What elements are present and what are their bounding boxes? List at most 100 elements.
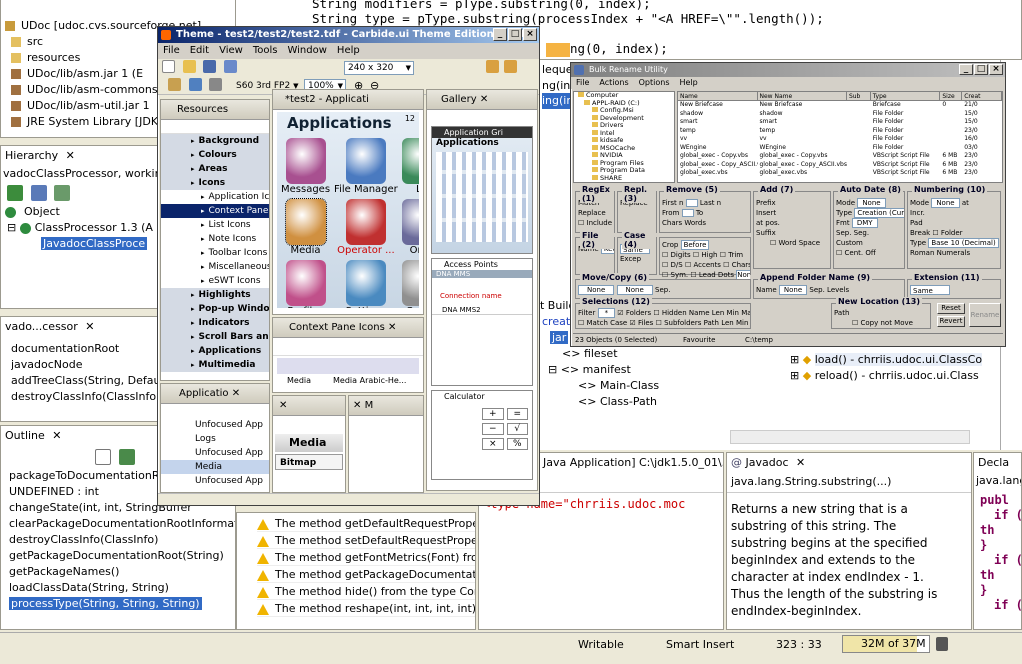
menu-view[interactable]: View — [214, 45, 248, 56]
app-panel-item[interactable]: Logs — [161, 432, 269, 446]
type-value[interactable]: Creation (Cur — [854, 208, 904, 218]
close-icon[interactable]: ✕ — [85, 320, 94, 333]
bru-file-row[interactable]: temp temp File Folder 23/0 — [678, 127, 1002, 136]
close-icon[interactable]: ✕ — [353, 400, 361, 411]
problem-row[interactable]: The method setDefaultRequestProper — [257, 532, 475, 549]
phone-app[interactable]: Messages — [281, 138, 330, 195]
app-panel-item[interactable]: Unfocused App — [161, 446, 269, 460]
bru-tree-item[interactable]: NVIDIA — [574, 152, 674, 160]
resource-item[interactable]: ▸Miscellaneous Icon — [161, 260, 269, 274]
editor-line-3[interactable]: ng(0, index); — [546, 41, 668, 57]
bru-tree-item[interactable]: Development — [574, 114, 674, 123]
resource-item[interactable]: ▸ Applications — [161, 344, 269, 358]
phone-app[interactable]: Operator ... — [334, 199, 398, 256]
bru-tree-item[interactable]: Computer — [574, 92, 674, 100]
append-value[interactable]: None — [778, 285, 808, 295]
editor-line-1[interactable]: String modifiers = pType.substring(0, in… — [312, 0, 651, 11]
garbage-collect-icon[interactable] — [936, 637, 948, 651]
bru-menu-actions[interactable]: Actions — [594, 78, 633, 87]
ant-node-class-path[interactable]: <> Class-Path — [578, 394, 657, 410]
bru-file-row[interactable]: New Briefcase New Briefcase Briefcase 0 21/0 — [678, 101, 1002, 110]
undo-icon[interactable] — [486, 60, 499, 73]
close-icon[interactable]: ✕ — [796, 456, 805, 469]
resource-item[interactable]: ▸Scroll Bars and Line — [161, 330, 269, 344]
phone-app[interactable]: File Manager — [334, 138, 398, 195]
phone-app[interactable]: Media — [281, 198, 330, 256]
bru-file-row[interactable]: WEngine WEngine File Folder 03/0 — [678, 144, 1002, 153]
bru-tree-item[interactable]: SHARE — [574, 174, 674, 183]
menu-tools[interactable]: Tools — [248, 45, 283, 56]
problem-row[interactable]: The method hide() from the type Com — [257, 583, 475, 600]
redo-icon[interactable] — [504, 60, 517, 73]
sort-icon[interactable] — [95, 449, 111, 465]
supertype-icon[interactable] — [7, 185, 23, 201]
resource-item[interactable]: ▸ Context Pane I — [161, 204, 269, 218]
bru-column-header[interactable]: Sub — [847, 92, 871, 100]
bru-tree-item[interactable]: Program Files — [574, 159, 674, 168]
maximize-button[interactable]: □ — [508, 28, 522, 41]
filter-value[interactable]: * — [597, 308, 616, 318]
close-icon[interactable]: ✕ — [480, 94, 488, 105]
preview-icon[interactable] — [209, 78, 222, 91]
resources-tab[interactable]: Resources — [161, 100, 269, 120]
resource-item[interactable]: ▸ Indicators — [161, 316, 269, 330]
open-icon[interactable] — [182, 60, 196, 73]
bru-tree-item[interactable]: Program Data — [574, 167, 674, 175]
problem-row[interactable]: The method reshape(int, int, int, int) — [257, 600, 475, 617]
outline-row[interactable]: destroyClassInfo(ClassInfo) — [9, 532, 235, 548]
problem-row[interactable]: The method getFontMetrics(Font) from — [257, 549, 475, 566]
bru-column-header[interactable]: Type — [871, 92, 941, 100]
before-value[interactable]: Before — [680, 240, 710, 250]
num-type-value[interactable]: Base 10 (Decimal) — [928, 238, 999, 248]
bru-menu-file[interactable]: File — [571, 78, 594, 87]
first-n-field[interactable] — [685, 199, 698, 207]
app-panel-item[interactable]: Unfocused App — [161, 474, 269, 488]
gallery-tab[interactable]: Gallery ✕ — [427, 90, 537, 110]
theme-editor-tab[interactable]: *test2 - Applicati — [273, 90, 423, 110]
problem-row[interactable]: The method getPackageDocumentationRoot(S… — [257, 566, 475, 583]
outline-row[interactable]: getPackageDocumentationRoot(String) — [9, 548, 235, 564]
reset-button[interactable]: Reset — [937, 303, 965, 314]
close-icon[interactable]: ✕ — [277, 400, 287, 411]
bru-file-row[interactable]: shadow shadow File Folder 15/0 — [678, 110, 1002, 119]
bru-menu-options[interactable]: Options — [634, 78, 675, 87]
close-button[interactable]: × — [989, 64, 1003, 75]
close-button[interactable]: × — [523, 28, 537, 41]
bru-column-header[interactable]: New Name — [758, 92, 847, 100]
new-icon[interactable] — [162, 60, 175, 73]
save-all-icon[interactable] — [223, 60, 237, 73]
phone-app[interactable]: Profiles — [281, 260, 330, 308]
resolution-select[interactable]: 240 x 320 ▼ — [344, 61, 414, 75]
rename-button[interactable]: Rename — [969, 303, 1001, 327]
export-icon[interactable] — [188, 78, 202, 91]
outline-row[interactable]: processType(String, String, String) — [9, 596, 235, 612]
phone-app[interactable]: Config — [401, 260, 419, 308]
fmt-value[interactable]: DMY — [851, 218, 878, 228]
resource-item[interactable]: ▸ Background — [161, 134, 269, 148]
bru-tree-item[interactable]: MSOCache — [574, 144, 674, 153]
bru-menu-help[interactable]: Help — [675, 78, 703, 87]
resource-item[interactable]: ▸ Areas — [161, 162, 269, 176]
hide-fields-icon[interactable] — [118, 449, 135, 465]
close-icon[interactable]: ✕ — [66, 149, 75, 162]
bru-column-header[interactable]: Creat — [962, 92, 1002, 100]
bru-file-row[interactable]: global_exec - Copy.vbs global_exec - Copy… — [678, 152, 1002, 161]
minimize-button[interactable]: _ — [959, 64, 973, 75]
menu-file[interactable]: File — [158, 45, 185, 56]
ant-node-fileset[interactable]: <> fileset — [562, 346, 618, 362]
num-mode-value[interactable]: None — [931, 198, 960, 208]
movecopy-value-1[interactable]: None — [578, 285, 615, 295]
package-icon[interactable] — [168, 78, 181, 91]
resource-item[interactable]: ▸ Toolbar Icons — [161, 246, 269, 260]
bru-file-row[interactable]: global_exec.vbs global_exec.vbs VBScript S… — [678, 169, 1002, 178]
gallery-app-grid-card[interactable]: Application Gri Applications — [431, 126, 533, 254]
bru-tree-item[interactable]: Config.Msi — [574, 107, 674, 115]
bru-tree-item[interactable]: Drivers — [574, 122, 674, 130]
problem-row[interactable]: The method getDefaultRequestProper — [257, 515, 475, 532]
close-icon[interactable]: ✕ — [388, 322, 396, 333]
ant-target-load[interactable]: ⊞ ◆ load() - chrriis.udoc.ui.ClassCo — [790, 352, 983, 368]
outline-row[interactable]: getPackageNames() — [9, 564, 235, 580]
app-panel-tab[interactable]: Applicatio ✕ — [161, 384, 269, 404]
resource-item[interactable]: ▸ List Icons — [161, 218, 269, 232]
ant-target-reload[interactable]: ⊞ ◆ reload() - chrriis.udoc.ui.Class — [790, 368, 979, 384]
